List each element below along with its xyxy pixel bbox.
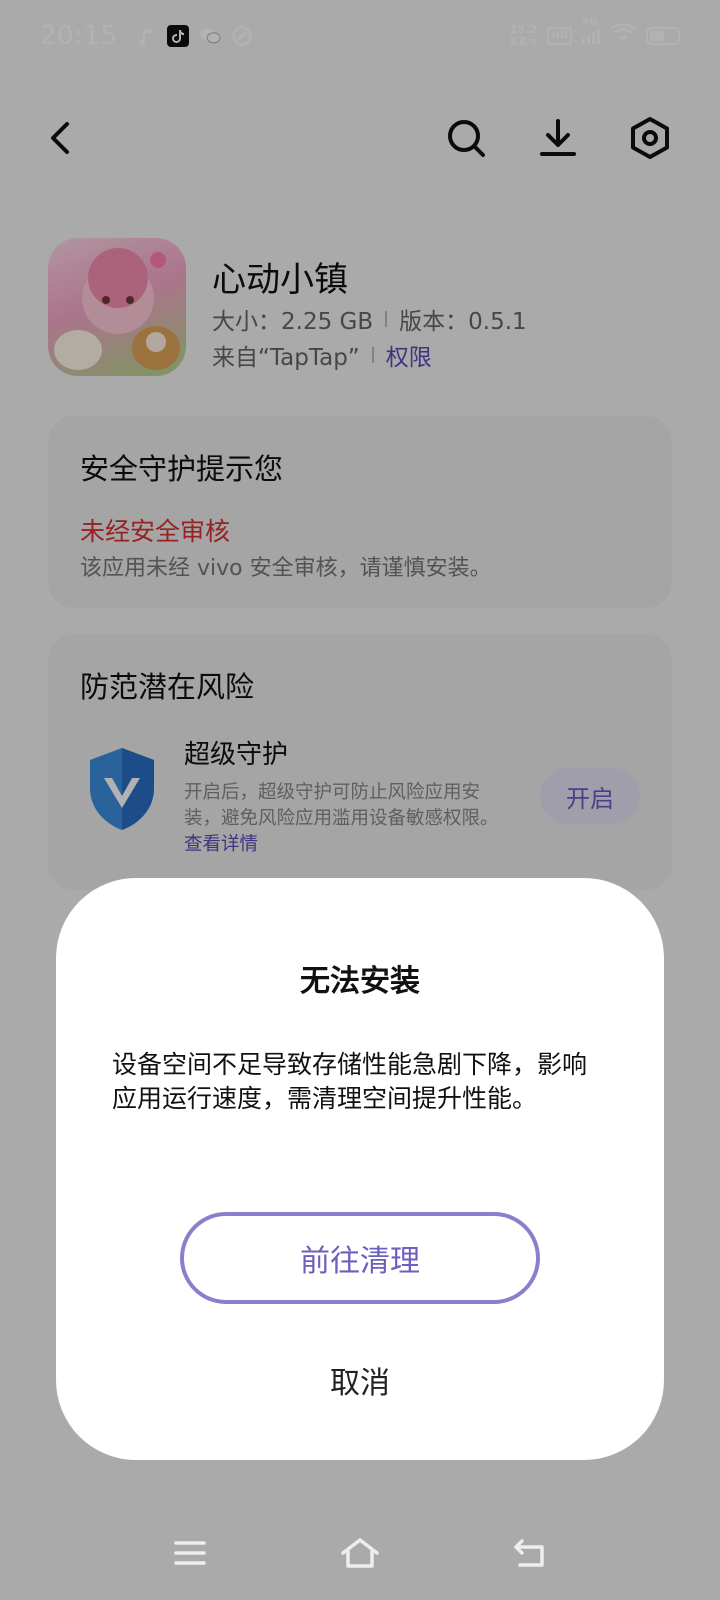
back-icon — [512, 1537, 548, 1573]
install-failed-dialog: 无法安装 设备空间不足导致存储性能急剧下降，影响应用运行速度，需清理空间提升性能… — [56, 878, 664, 1460]
go-clean-button[interactable]: 前往清理 — [180, 1212, 540, 1304]
cancel-button[interactable]: 取消 — [260, 1348, 460, 1412]
back-nav-button[interactable] — [505, 1530, 555, 1580]
navigation-bar — [0, 1520, 720, 1590]
home-button[interactable] — [335, 1530, 385, 1580]
dialog-message: 设备空间不足导致存储性能急剧下降，影响应用运行速度，需清理空间提升性能。 — [112, 1050, 588, 1113]
menu-icon — [173, 1539, 207, 1571]
dialog-title: 无法安装 — [300, 964, 420, 999]
menu-button[interactable] — [165, 1530, 215, 1580]
home-icon — [340, 1537, 380, 1573]
